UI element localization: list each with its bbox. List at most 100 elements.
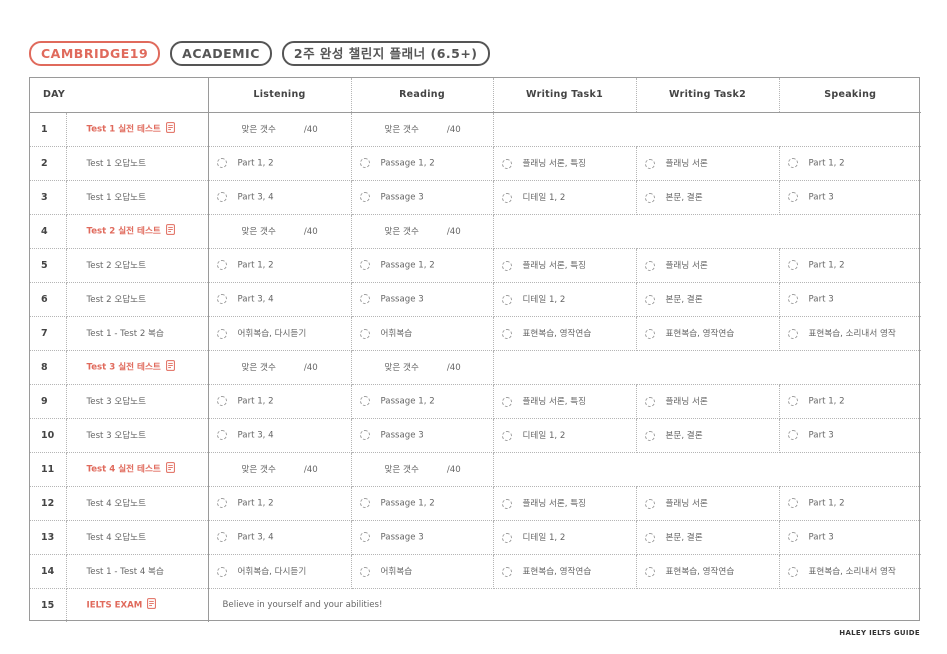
table-row: 8 Test 3 실전 테스트 맞은 갯수/40 맞은 갯수/40 (30, 350, 922, 385)
score-total: /40 (446, 465, 461, 475)
checkbox-circle[interactable] (216, 157, 227, 168)
checkbox-circle[interactable] (787, 191, 798, 202)
checkbox-circle[interactable] (644, 430, 655, 441)
checkbox-circle[interactable] (359, 157, 370, 168)
checkbox-circle[interactable] (644, 260, 655, 271)
checkbox-circle[interactable] (501, 192, 512, 203)
task-cell: Test 1 - Test 2 복습 (66, 316, 209, 351)
checkbox-circle[interactable] (359, 191, 370, 202)
day-number: 1 (30, 112, 67, 147)
checkbox-circle[interactable] (787, 328, 798, 339)
speaking-text: Part 1, 2 (808, 260, 845, 271)
checkbox-circle[interactable] (216, 328, 227, 339)
day-number: 14 (30, 554, 67, 589)
checkbox-circle[interactable] (644, 498, 655, 509)
checkbox-circle[interactable] (787, 497, 798, 508)
checkbox-circle[interactable] (359, 328, 370, 339)
listening-text: Part 3, 4 (237, 532, 274, 543)
note-icon (147, 598, 157, 612)
checkbox-circle[interactable] (787, 293, 798, 304)
task-label: Test 2 오답노트 (86, 261, 146, 271)
speaking-cell: Part 3 (779, 520, 922, 555)
empty-cell (493, 112, 922, 147)
reading-score-field[interactable]: 맞은 갯수/40 (351, 214, 494, 249)
checkbox-circle[interactable] (787, 395, 798, 406)
checkbox-circle[interactable] (501, 498, 512, 509)
reading-score-field[interactable]: 맞은 갯수/40 (351, 452, 494, 487)
speaking-cell: Part 1, 2 (779, 146, 922, 181)
checkbox-circle[interactable] (216, 531, 227, 542)
score-label: 맞은 갯수 (241, 227, 276, 237)
writing-task2-text: 표현복습, 영작연습 (665, 567, 735, 577)
note-icon (165, 360, 175, 374)
checkbox-circle[interactable] (644, 158, 655, 169)
speaking-cell: Part 1, 2 (779, 248, 922, 283)
checkbox-circle[interactable] (644, 328, 655, 339)
day-number: 8 (30, 350, 67, 385)
checkbox-circle[interactable] (644, 192, 655, 203)
speaking-text: Part 1, 2 (808, 498, 845, 509)
checkbox-circle[interactable] (359, 293, 370, 304)
listening-score-field[interactable]: 맞은 갯수/40 (208, 350, 352, 385)
checkbox-circle[interactable] (216, 429, 227, 440)
checkbox-circle[interactable] (359, 497, 370, 508)
reading-cell: 어휘복습 (351, 316, 494, 351)
score-label: 맞은 갯수 (384, 363, 419, 373)
listening-score-field[interactable]: 맞은 갯수/40 (208, 112, 352, 147)
listening-score-field[interactable]: 맞은 갯수/40 (208, 452, 352, 487)
reading-score-field[interactable]: 맞은 갯수/40 (351, 112, 494, 147)
checkbox-circle[interactable] (644, 294, 655, 305)
listening-text: 어휘복습, 다시듣기 (237, 329, 307, 339)
day-number: 13 (30, 520, 67, 555)
score-label: 맞은 갯수 (384, 125, 419, 135)
listening-text: Part 3, 4 (237, 294, 274, 305)
table-row: 2 Test 1 오답노트 Part 1, 2 Passage 1, 2 플래닝 서론,… (30, 146, 922, 181)
task-label: IELTS EXAM (86, 600, 143, 611)
writing-task2-cell: 플래닝 서론 (636, 146, 780, 181)
checkbox-circle[interactable] (644, 532, 655, 543)
checkbox-circle[interactable] (359, 429, 370, 440)
checkbox-circle[interactable] (501, 430, 512, 441)
checkbox-circle[interactable] (501, 566, 512, 577)
task-cell: Test 2 실전 테스트 (66, 214, 209, 249)
reading-score-field[interactable]: 맞은 갯수/40 (351, 350, 494, 385)
checkbox-circle[interactable] (644, 396, 655, 407)
checkbox-circle[interactable] (787, 259, 798, 270)
exam-message: Believe in yourself and your abilities! (222, 600, 383, 611)
checkbox-circle[interactable] (644, 566, 655, 577)
checkbox-circle[interactable] (216, 497, 227, 508)
checkbox-circle[interactable] (216, 259, 227, 270)
checkbox-circle[interactable] (787, 157, 798, 168)
checkbox-circle[interactable] (501, 396, 512, 407)
reading-cell: Passage 3 (351, 520, 494, 555)
checkbox-circle[interactable] (501, 328, 512, 339)
checkbox-circle[interactable] (787, 566, 798, 577)
checkbox-circle[interactable] (216, 566, 227, 577)
checkbox-circle[interactable] (359, 395, 370, 406)
writing-task1-text: 디테일 1, 2 (522, 533, 566, 543)
task-cell: Test 1 오답노트 (66, 146, 209, 181)
task-label: Test 1 - Test 2 복습 (86, 329, 164, 339)
checkbox-circle[interactable] (216, 293, 227, 304)
checkbox-circle[interactable] (787, 429, 798, 440)
checkbox-circle[interactable] (501, 294, 512, 305)
listening-score-field[interactable]: 맞은 갯수/40 (208, 214, 352, 249)
day-number: 3 (30, 180, 67, 215)
checkbox-circle[interactable] (359, 566, 370, 577)
checkbox-circle[interactable] (501, 532, 512, 543)
table-row: 15 IELTS EXAM Believe in yourself and your… (30, 588, 921, 622)
writing-task2-cell: 본문, 결론 (636, 520, 780, 555)
checkbox-circle[interactable] (501, 260, 512, 271)
checkbox-circle[interactable] (216, 395, 227, 406)
writing-task1-cell: 표현복습, 영작연습 (493, 554, 637, 589)
speaking-text: Part 1, 2 (808, 158, 845, 169)
reading-cell: Passage 3 (351, 418, 494, 453)
task-label: Test 1 - Test 4 복습 (86, 567, 164, 577)
checkbox-circle[interactable] (216, 191, 227, 202)
checkbox-circle[interactable] (359, 259, 370, 270)
checkbox-circle[interactable] (359, 531, 370, 542)
checkbox-circle[interactable] (787, 531, 798, 542)
writing-task2-cell: 본문, 결론 (636, 282, 780, 317)
checkbox-circle[interactable] (501, 158, 512, 169)
writing-task1-text: 플래닝 서론, 특징 (522, 261, 587, 271)
